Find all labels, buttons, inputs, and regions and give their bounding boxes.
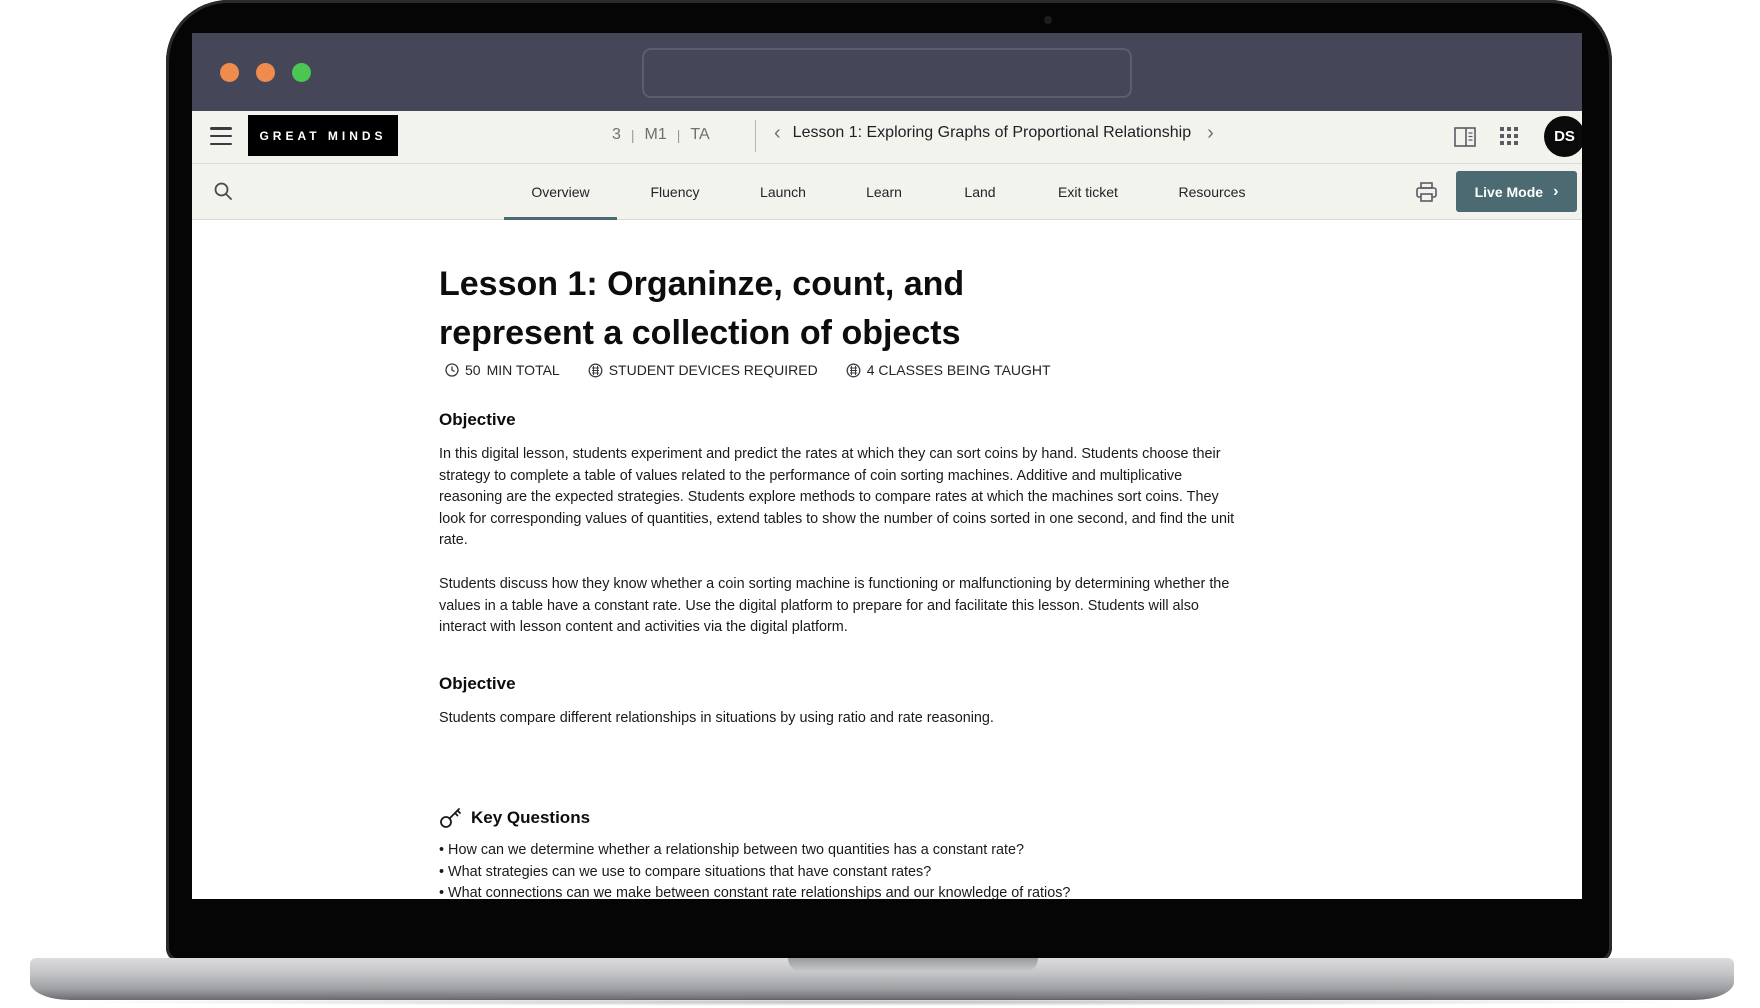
- classes-icon: [846, 363, 861, 377]
- breadcrumb: 3 | M1 | TA: [612, 126, 710, 144]
- tab-label: Launch: [760, 184, 806, 200]
- devices-icon: [588, 363, 603, 377]
- meta-minutes: 50: [465, 362, 481, 378]
- breadcrumb-topic[interactable]: TA: [690, 126, 709, 144]
- key-questions-list: How can we determine whether a relations…: [439, 840, 1070, 899]
- great-minds-logo[interactable]: GREAT MINDS: [248, 115, 398, 156]
- lesson-nav-title: Lesson 1: Exploring Graphs of Proportion…: [792, 124, 1192, 141]
- list-item: What connections can we make between con…: [439, 883, 1070, 899]
- tab-land[interactable]: Land: [935, 164, 1025, 220]
- camera-dot: [1044, 16, 1052, 24]
- chevron-right-icon[interactable]: ›: [1203, 123, 1218, 143]
- laptop-base-notch: [788, 958, 1038, 972]
- objective-paragraph-3: Students compare different relationships…: [439, 710, 994, 726]
- meta-devices: STUDENT DEVICES REQUIRED: [588, 362, 818, 378]
- menu-icon[interactable]: [210, 127, 232, 145]
- page-title: Lesson 1: Organinze, count, and represen…: [439, 265, 965, 352]
- apps-grid-icon[interactable]: [1500, 127, 1518, 145]
- header-divider: [755, 120, 756, 152]
- objective-heading: Objective: [439, 410, 516, 429]
- tab-label: Exit ticket: [1058, 184, 1118, 200]
- clock-icon: [445, 363, 459, 377]
- tab-resources[interactable]: Resources: [1151, 164, 1273, 220]
- key-icon: [440, 808, 461, 828]
- meta-minutes-label: MIN TOTAL: [486, 362, 560, 378]
- list-item: How can we determine whether a relations…: [439, 840, 1070, 862]
- tab-learn[interactable]: Learn: [833, 164, 935, 220]
- objective-paragraph-2: Students discuss how they know whether a…: [439, 576, 1230, 636]
- tab-label: Resources: [1178, 184, 1246, 200]
- meta-duration: 50 MIN TOTAL: [445, 362, 560, 378]
- laptop-base: [30, 958, 1734, 1000]
- lesson-meta: 50 MIN TOTAL STUDENT DEVICES REQUIRED 4 …: [445, 362, 1079, 378]
- breadcrumb-separator: |: [630, 127, 635, 143]
- tab-fluency[interactable]: Fluency: [617, 164, 733, 220]
- chevron-right-icon: ›: [1553, 182, 1559, 200]
- tab-label: Learn: [866, 184, 902, 200]
- key-questions-header: Key Questions: [439, 806, 590, 830]
- breadcrumb-module[interactable]: M1: [645, 126, 667, 144]
- laptop-shadow: [60, 998, 1700, 1006]
- tab-exit-ticket[interactable]: Exit ticket: [1025, 164, 1151, 220]
- objective-paragraph-1: In this digital lesson, students experim…: [439, 446, 1235, 549]
- app-header: GREAT MINDS 3 | M1 | TA ‹ Lesson 1: Expl…: [192, 111, 1582, 164]
- window-minimize-button[interactable]: [256, 63, 275, 82]
- search-icon[interactable]: [214, 182, 232, 200]
- live-mode-label: Live Mode: [1474, 183, 1544, 200]
- meta-classes: 4 CLASSES BEING TAUGHT: [846, 362, 1051, 378]
- print-icon[interactable]: [1416, 182, 1437, 202]
- objective-heading-2: Objective: [439, 674, 516, 693]
- tab-launch[interactable]: Launch: [733, 164, 833, 220]
- meta-devices-text: STUDENT DEVICES REQUIRED: [608, 362, 818, 378]
- tab-label: Land: [964, 184, 996, 200]
- list-item: What strategies can we use to compare si…: [439, 862, 1070, 884]
- tab-label: Overview: [531, 184, 590, 200]
- lesson-navigator: ‹ Lesson 1: Exploring Graphs of Proporti…: [770, 123, 1218, 143]
- address-bar[interactable]: [642, 48, 1132, 98]
- avatar-initials: DS: [1554, 128, 1575, 145]
- live-mode-button[interactable]: Live Mode ›: [1456, 171, 1577, 212]
- user-avatar[interactable]: DS: [1544, 116, 1582, 157]
- lesson-overview-content: Lesson 1: Organinze, count, and represen…: [439, 220, 1259, 899]
- browser-titlebar: [192, 33, 1582, 111]
- window-maximize-button[interactable]: [292, 63, 311, 82]
- meta-classes-text: 4 CLASSES BEING TAUGHT: [866, 362, 1051, 378]
- logo-text: GREAT MINDS: [259, 128, 387, 143]
- side-panel-icon[interactable]: [1454, 127, 1476, 147]
- key-questions-heading: Key Questions: [471, 808, 591, 827]
- lesson-tab-bar: Overview Fluency Launch Learn Land Exit …: [192, 164, 1582, 220]
- breadcrumb-separator: |: [676, 127, 681, 143]
- window-close-button[interactable]: [220, 63, 239, 82]
- breadcrumb-grade[interactable]: 3: [612, 126, 621, 144]
- screen: GREAT MINDS 3 | M1 | TA ‹ Lesson 1: Expl…: [192, 33, 1582, 899]
- tab-overview[interactable]: Overview: [504, 164, 617, 220]
- tab-label: Fluency: [650, 184, 700, 200]
- chevron-left-icon[interactable]: ‹: [770, 123, 785, 143]
- tab-list: Overview Fluency Launch Learn Land Exit …: [504, 164, 1273, 220]
